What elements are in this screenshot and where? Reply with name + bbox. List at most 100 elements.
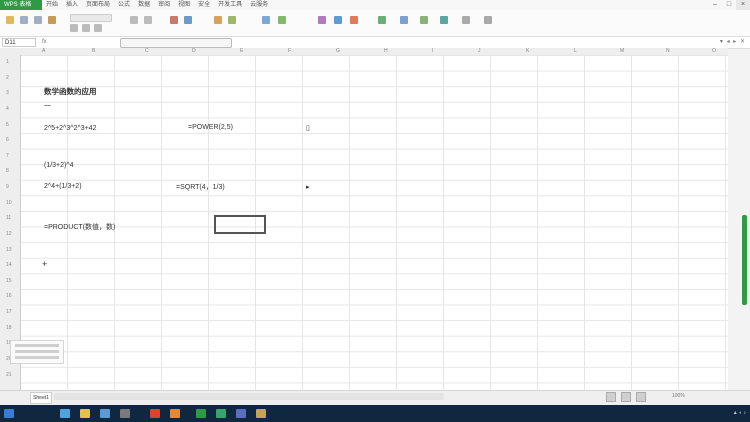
cell-formula-2[interactable]: (1/3+2)^4 [44,162,74,169]
column-header[interactable]: H [384,48,388,55]
row-header[interactable]: 12 [6,231,12,237]
formula-input[interactable] [120,38,232,48]
percent-icon[interactable] [228,16,236,24]
selected-cell[interactable] [214,215,266,234]
column-header[interactable]: F [288,48,291,55]
tab-home[interactable]: 开始 [46,0,58,10]
column-header[interactable]: O [712,48,716,55]
row-header[interactable]: 17 [6,309,12,315]
bold-icon[interactable] [70,24,78,32]
column-header[interactable]: C [145,48,149,55]
floating-panel[interactable] [10,340,64,364]
row-header[interactable]: 7 [6,153,9,159]
font-select-icon[interactable] [70,14,112,22]
column-header[interactable]: D [192,48,196,55]
tab-security[interactable]: 安全 [198,0,210,10]
start-icon[interactable] [4,409,14,418]
sum-icon[interactable] [318,16,326,24]
cell-sqrt-function[interactable]: =SQRT(4，1/3) [176,182,225,192]
cell-formula-1[interactable]: 2^5+2^3^2^3+42 [44,125,96,132]
column-header[interactable]: B [92,48,95,55]
cell-power-function[interactable]: =POWER(2,5) [188,124,233,131]
freeze-panes-icon[interactable] [440,16,448,24]
row-header[interactable]: 3 [6,90,9,96]
row-header[interactable]: 4 [6,106,9,112]
app-icon[interactable] [256,409,266,418]
underline-icon[interactable] [94,24,102,32]
row-header[interactable]: 9 [6,184,9,190]
tool-icon[interactable] [170,409,180,418]
sort-icon[interactable] [350,16,358,24]
vertical-scrollbar[interactable] [728,55,750,390]
column-header[interactable]: J [478,48,481,55]
column-header[interactable]: K [526,48,529,55]
sheet-title[interactable]: 数学函数的应用 [44,86,97,97]
column-header[interactable]: M [620,48,624,55]
conditional-format-icon[interactable] [262,16,270,24]
row-header[interactable]: 6 [6,137,9,143]
row-header[interactable]: 16 [6,293,12,299]
row-header[interactable]: 11 [6,215,11,221]
find-icon[interactable] [462,16,470,24]
cell-product-function[interactable]: =PRODUCT(数值，数) [44,222,115,232]
worksheet-icon[interactable] [420,16,428,24]
horizontal-scrollbar[interactable] [54,393,444,400]
column-header[interactable]: E [240,48,243,55]
merge-cells-icon[interactable] [170,16,178,24]
filter-icon[interactable] [334,16,342,24]
copy-icon[interactable] [34,16,42,24]
tab-view[interactable]: 视图 [178,0,190,10]
row-header[interactable]: 21 [6,372,12,378]
paste-icon[interactable] [6,16,14,24]
page-layout-view-icon[interactable] [621,392,631,402]
italic-icon[interactable] [82,24,90,32]
tab-developer[interactable]: 开发工具 [218,0,242,10]
minimize-icon[interactable]: – [708,0,722,10]
tab-cloud[interactable]: 云服务 [250,0,268,10]
tab-formulas[interactable]: 公式 [118,0,130,10]
row-header[interactable]: 8 [6,168,9,174]
table-style-icon[interactable] [278,16,286,24]
system-tray[interactable]: ▲ ◐ ♪ [733,410,746,416]
tab-page-layout[interactable]: 页面布局 [86,0,110,10]
row-header[interactable]: 14 [6,262,12,268]
app-icon[interactable] [120,409,130,418]
format-painter-icon[interactable] [48,16,56,24]
page-break-view-icon[interactable] [636,392,646,402]
align-left-icon[interactable] [130,16,138,24]
format-icon[interactable] [378,16,386,24]
maximize-icon[interactable]: □ [722,0,736,10]
folder-icon[interactable] [80,409,90,418]
column-header[interactable]: N [666,48,670,55]
cut-icon[interactable] [20,16,28,24]
align-center-icon[interactable] [144,16,152,24]
column-header[interactable]: I [432,48,433,55]
symbol-icon[interactable] [484,16,492,24]
column-header[interactable]: A [42,48,45,55]
cell-note[interactable]: 一 [44,101,51,111]
row-header[interactable]: 18 [6,325,12,331]
normal-view-icon[interactable] [606,392,616,402]
app-menu-button[interactable]: WPS 表格 [0,0,42,10]
name-box[interactable]: D11 [2,38,36,47]
row-header[interactable]: 10 [6,200,12,206]
browser-icon[interactable] [150,409,160,418]
tab-review[interactable]: 审阅 [158,0,170,10]
fx-icon[interactable]: fx [42,38,47,47]
rows-columns-icon[interactable] [400,16,408,24]
chat-icon[interactable] [216,409,226,418]
tab-data[interactable]: 数据 [138,0,150,10]
row-header[interactable]: 13 [6,247,12,253]
column-header[interactable]: L [574,48,577,55]
row-header[interactable]: 5 [6,122,9,128]
wps-spreadsheet-icon[interactable] [196,409,206,418]
close-icon[interactable]: × [736,0,750,10]
app-icon[interactable] [236,409,246,418]
tab-insert[interactable]: 插入 [66,0,78,10]
row-header[interactable]: 15 [6,278,12,284]
zoom-level[interactable]: 100% [672,393,732,399]
ie-icon[interactable] [60,409,70,418]
row-header[interactable]: 2 [6,75,9,81]
media-icon[interactable] [100,409,110,418]
column-header[interactable]: G [336,48,340,55]
